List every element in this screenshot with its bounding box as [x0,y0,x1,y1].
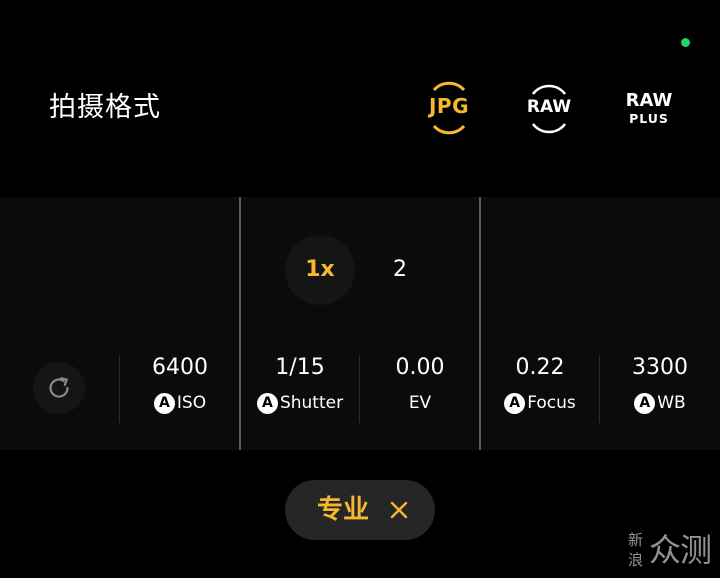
ev-sub: EV [360,391,480,415]
iso-value: 6400 [152,355,208,380]
iso-auto-badge: A [153,393,175,414]
watermark-big: 众测 [649,531,712,569]
wb-auto-badge: A [634,393,656,414]
pro-mode-label: 专业 [317,495,370,525]
watermark-small-top: 新 [628,531,644,549]
wb-value: 3300 [632,355,688,380]
ev-value: 0.00 [395,355,445,380]
format-title: 拍摄格式 [49,92,161,123]
shutter-sub: A Shutter [240,391,360,415]
reset-button[interactable] [33,362,85,414]
ev-label: EV [408,393,432,413]
shutter-label: Shutter [279,393,344,413]
param-iso[interactable]: 6400 A ISO [120,353,240,423]
status-dot [681,38,690,47]
format-raw-button[interactable]: RAW [514,80,584,136]
shutter-auto-badge: A [256,393,278,414]
format-raw-label: RAW [526,97,572,117]
format-raw-plus-button[interactable]: RAW PLUS [614,80,684,136]
close-icon[interactable] [385,496,413,524]
format-jpg-label: JPG [428,94,469,118]
param-focus[interactable]: 0.22 A Focus [480,353,600,423]
focus-value: 0.22 [515,355,565,380]
pro-controls-panel: 1x 2 6400 A ISO 1/15 A Shutter 0.00 EV 0.2… [0,197,720,450]
zoom-2x-button[interactable]: 2 [370,235,430,305]
iso-sub: A ISO [120,391,240,415]
pro-mode-pill[interactable]: 专业 [285,480,435,540]
param-shutter[interactable]: 1/15 A Shutter [240,353,360,423]
focus-auto-badge: A [504,393,526,414]
watermark-small-bottom: 浪 [628,551,644,569]
param-ev[interactable]: 0.00 EV [360,353,480,423]
sina-zhongce-watermark: 新 浪 众测 [628,530,712,572]
refresh-icon [49,377,69,398]
wb-label: WB [657,393,686,413]
format-jpg-button[interactable]: JPG [414,80,484,136]
focus-sub: A Focus [480,391,600,415]
shutter-value: 1/15 [275,355,325,380]
format-raw-plus-label-bottom: PLUS [629,111,669,126]
iso-label: ISO [176,393,207,413]
focus-label: Focus [527,393,576,413]
zoom-1x-button[interactable]: 1x [285,235,355,305]
param-wb[interactable]: 3300 A WB [600,353,720,423]
format-raw-plus-label-top: RAW [625,90,673,111]
wb-sub: A WB [600,391,720,415]
